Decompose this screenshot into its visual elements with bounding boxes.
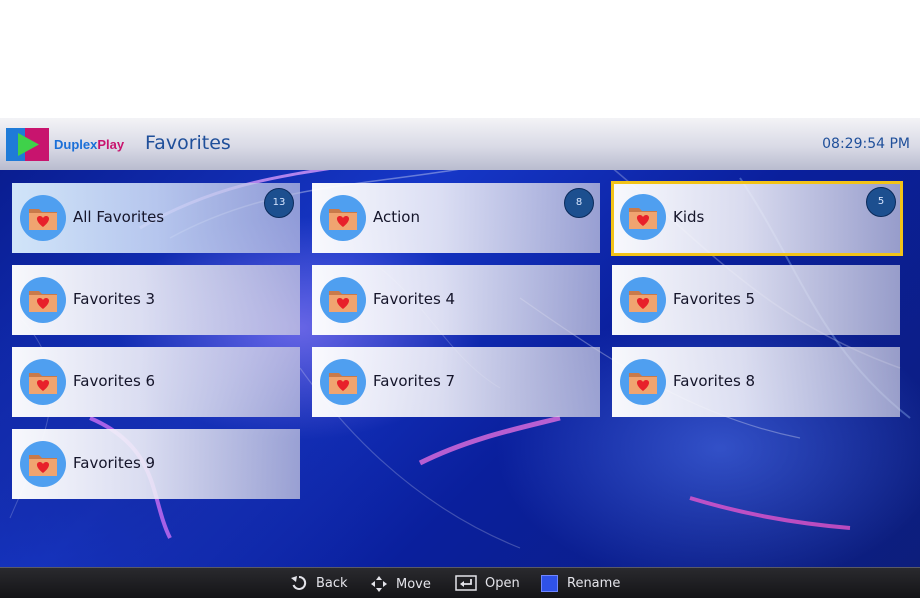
footer-hint-bar: Back Move Open Rename <box>0 567 920 598</box>
blue-button-icon <box>541 575 558 592</box>
app-screen: DuplexPlay Favorites 08:29:54 PM All Fav… <box>0 118 920 598</box>
duplexplay-logo-icon <box>6 128 49 161</box>
heart-folder-icon <box>20 359 66 405</box>
count-badge: 13 <box>264 188 294 218</box>
tile-favorites-8[interactable]: Favorites 8 <box>612 347 900 417</box>
heart-folder-icon <box>620 277 666 323</box>
heart-folder-icon <box>620 359 666 405</box>
tile-label: Favorites 3 <box>73 290 156 308</box>
clock: 08:29:54 PM <box>822 136 910 152</box>
back-hint[interactable]: Back <box>290 575 348 591</box>
tile-favorites-6[interactable]: Favorites 6 <box>12 347 300 417</box>
header-bar: DuplexPlay Favorites 08:29:54 PM <box>0 118 920 170</box>
tile-favorites-4[interactable]: Favorites 4 <box>312 265 600 335</box>
back-label: Back <box>316 575 348 591</box>
count-badge: 5 <box>866 187 896 217</box>
tile-favorites-7[interactable]: Favorites 7 <box>312 347 600 417</box>
tile-favorites-3[interactable]: Favorites 3 <box>12 265 300 335</box>
count-badge: 8 <box>564 188 594 218</box>
open-label: Open <box>485 575 520 591</box>
logo-wordmark-part1: Duplex <box>54 137 98 152</box>
heart-folder-icon <box>20 441 66 487</box>
tile-label: Kids <box>673 208 705 226</box>
tile-favorites-5[interactable]: Favorites 5 <box>612 265 900 335</box>
heart-folder-icon <box>620 194 666 240</box>
enter-icon <box>455 575 477 591</box>
logo-wordmark: DuplexPlay <box>54 137 124 152</box>
tile-favorites-9[interactable]: Favorites 9 <box>12 429 300 499</box>
rename-hint[interactable]: Rename <box>541 575 620 592</box>
tile-label: All Favorites <box>73 208 165 226</box>
open-hint[interactable]: Open <box>455 575 520 591</box>
heart-folder-icon <box>320 195 366 241</box>
heart-folder-icon <box>20 277 66 323</box>
move-label: Move <box>396 576 431 592</box>
rename-label: Rename <box>567 576 621 591</box>
tile-label: Favorites 4 <box>373 290 456 308</box>
heart-folder-icon <box>320 277 366 323</box>
tile-action[interactable]: Action 8 <box>312 183 600 253</box>
tile-label: Favorites 5 <box>673 290 756 308</box>
back-arrow-icon <box>291 575 307 590</box>
heart-folder-icon <box>20 195 66 241</box>
tile-label: Action <box>373 208 420 226</box>
heart-folder-icon <box>320 359 366 405</box>
tile-label: Favorites 8 <box>673 372 756 390</box>
top-blank-area <box>0 0 920 118</box>
tile-label: Favorites 7 <box>373 372 456 390</box>
logo-wordmark-part2: Play <box>97 137 125 152</box>
page-title: Favorites <box>145 132 231 154</box>
tile-label: Favorites 6 <box>73 372 156 390</box>
tile-all-favorites[interactable]: All Favorites 13 <box>12 183 300 253</box>
tile-kids[interactable]: Kids 5 <box>611 181 903 256</box>
move-hint[interactable]: Move <box>370 575 431 593</box>
dpad-arrows-icon <box>371 576 387 592</box>
tile-label: Favorites 9 <box>73 454 156 472</box>
